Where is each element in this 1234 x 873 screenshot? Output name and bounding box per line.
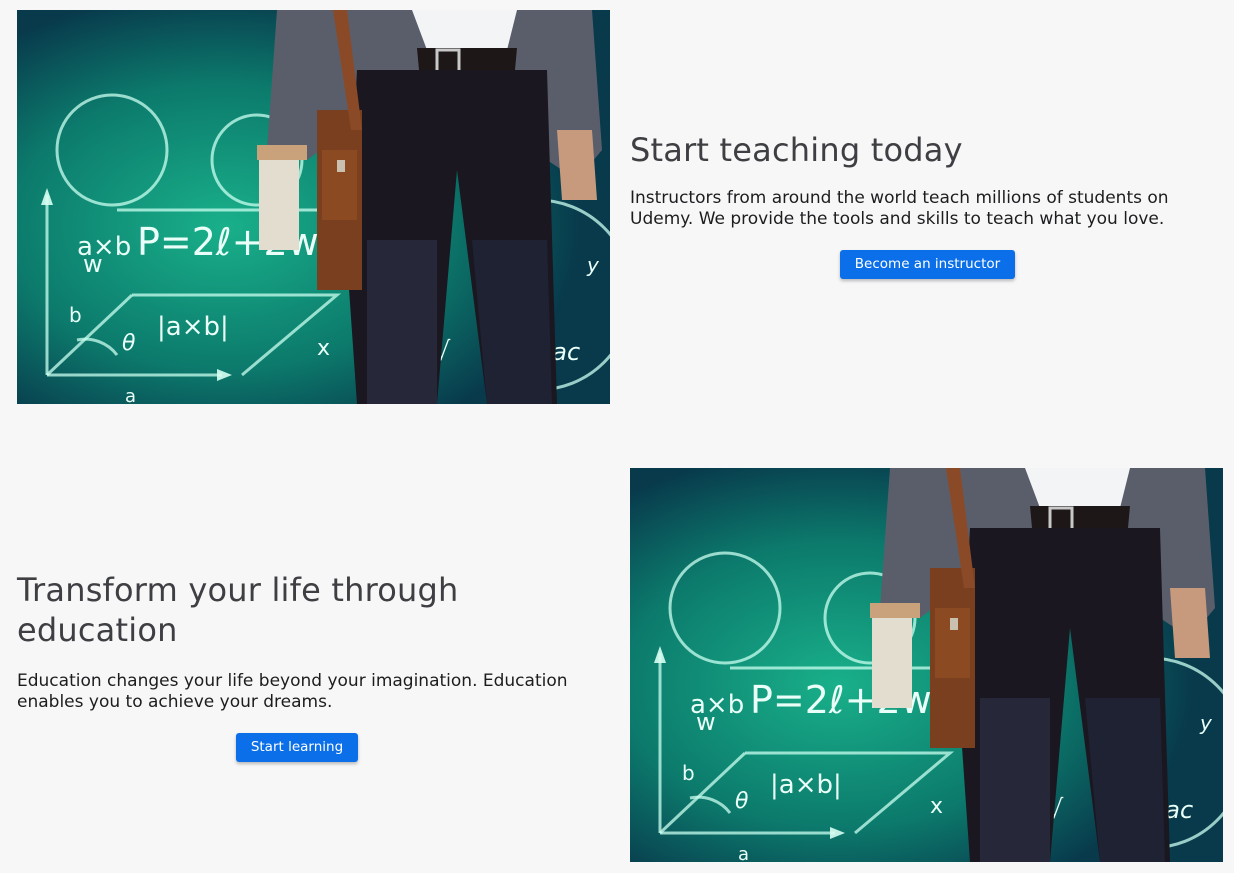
teacher-chalkboard-image-top: P=2ℓ+2w a×b |a×b| θ ±√ 4ac a b w x y xyxy=(17,10,610,404)
chalk-label: w xyxy=(696,708,716,736)
chalk-label: a xyxy=(125,386,136,404)
learn-description: Education changes your life beyond your … xyxy=(17,671,568,712)
teach-button-row: Become an instructor xyxy=(630,250,1225,279)
chalk-label: a xyxy=(738,844,749,862)
chalk-label: |a×b| xyxy=(770,770,842,800)
teach-section: Start teaching today Instructors from ar… xyxy=(630,130,1225,279)
chalk-label: |a×b| xyxy=(157,312,229,342)
teacher-chalkboard-image-bottom: P=2ℓ+2w a×b |a×b| θ ±√ 4ac a b w x y xyxy=(630,468,1223,862)
chalk-label: b xyxy=(69,303,82,327)
chalk-label: b xyxy=(682,761,695,785)
teach-heading: Start teaching today xyxy=(630,131,963,169)
chalk-label: θ xyxy=(122,331,136,356)
start-learning-button[interactable]: Start learning xyxy=(235,733,359,762)
become-instructor-button[interactable]: Become an instructor xyxy=(839,250,1016,279)
chalk-label: y xyxy=(1199,711,1213,735)
chalk-label: x xyxy=(930,794,943,819)
chalk-label: w xyxy=(83,250,103,278)
chalk-label: x xyxy=(317,336,330,361)
chalk-label: θ xyxy=(735,789,749,814)
chalk-label: y xyxy=(586,253,600,277)
learn-heading: Transform your life through education xyxy=(17,571,459,649)
learn-section: Transform your life through education Ed… xyxy=(17,570,577,762)
learn-button-row: Start learning xyxy=(17,733,577,762)
teach-description: Instructors from around the world teach … xyxy=(630,188,1169,229)
landing-page: P=2ℓ+2w a×b |a×b| θ ±√ 4ac a b w x y xyxy=(0,0,1234,873)
